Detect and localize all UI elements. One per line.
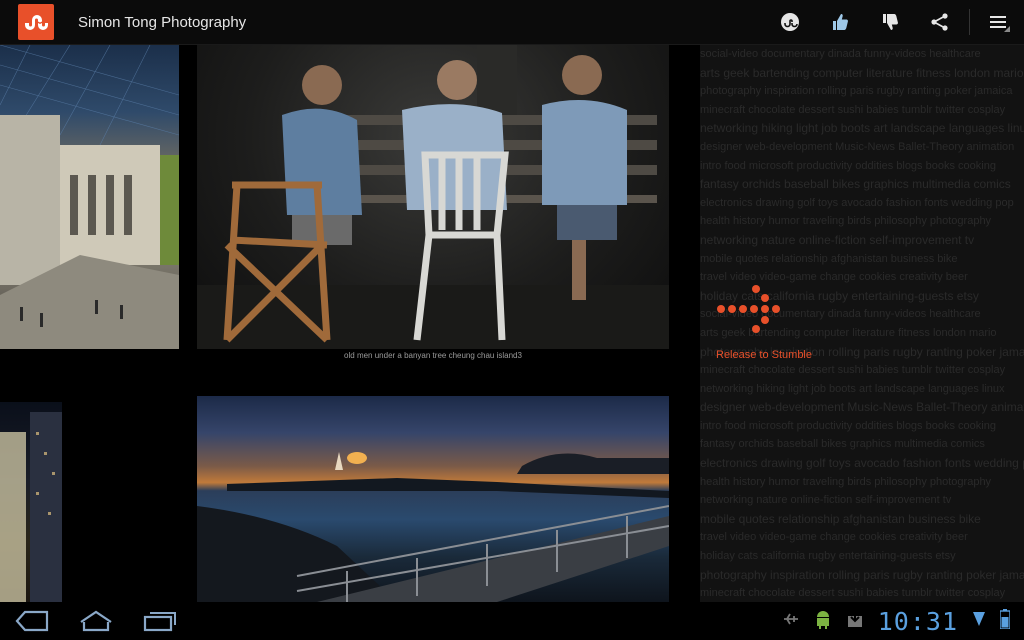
tag-cloud-line: mobile quotes relationship afghanistan b… [700, 252, 958, 265]
tag-cloud-line: networking nature online-fiction self-im… [700, 494, 952, 507]
tag-cloud-line: social-video documentary dinada funny-vi… [700, 48, 981, 60]
wifi-icon [972, 610, 986, 633]
tag-cloud-line: electronics drawing golf toys avocado fa… [700, 196, 1014, 209]
tag-cloud-line: minecraft chocolate dessert sushi babies… [700, 587, 1006, 600]
tag-cloud-line: fantasy orchids baseball bikes graphics … [700, 177, 1011, 192]
tag-cloud-line: minecraft chocolate dessert sushi babies… [700, 103, 1006, 116]
tag-cloud-line: health history humor traveling birds phi… [700, 475, 992, 488]
battery-icon [999, 608, 1011, 634]
android-icon [814, 609, 832, 634]
tag-cloud-line: health history humor traveling birds phi… [700, 215, 992, 228]
back-icon[interactable] [0, 602, 64, 640]
tag-cloud-line: arts geek bartending computer literature… [700, 65, 1024, 80]
tag-cloud-line: designer web-development Music-News Ball… [700, 140, 1015, 153]
stumble-icon[interactable] [765, 0, 815, 44]
thumbs-up-icon[interactable] [815, 0, 865, 44]
tag-cloud-line: networking nature online-fiction self-im… [700, 232, 975, 247]
stumble-arrow-icon[interactable] [716, 283, 836, 340]
usb-debug-icon [782, 611, 800, 632]
menu-icon[interactable] [974, 0, 1024, 44]
release-to-stumble-label: Release to Stumble [716, 349, 812, 361]
photo-stream[interactable]: old men under a banyan tree cheung chau … [0, 45, 1024, 602]
action-bar: Simon Tong Photography [0, 0, 1024, 45]
tag-cloud-line: intro food microsoft productivity odditi… [700, 159, 996, 172]
recent-apps-icon[interactable] [128, 602, 192, 640]
tag-cloud-line: holiday cats california rugby entertaini… [700, 550, 956, 563]
thumbs-down-icon[interactable] [865, 0, 915, 44]
tag-cloud-line: fantasy orchids baseball bikes graphics … [700, 438, 985, 451]
system-bar: 10:31 [0, 602, 1024, 640]
tag-cloud-line: networking hiking light job boots art la… [700, 382, 1005, 395]
action-icons [765, 0, 1024, 44]
stumbleupon-logo-icon[interactable] [18, 4, 54, 40]
tag-cloud-line: intro food microsoft productivity odditi… [700, 419, 996, 432]
sunset-pier-photo[interactable] [197, 396, 669, 602]
tag-cloud-line: mobile quotes relationship afghanistan b… [700, 511, 981, 526]
home-icon[interactable] [64, 602, 128, 640]
action-bar-divider [969, 9, 970, 35]
clock: 10:31 [877, 606, 958, 636]
tag-cloud-line: photography inspiration rolling paris ru… [700, 567, 1024, 582]
photo-caption: old men under a banyan tree cheung chau … [344, 351, 522, 360]
share-icon[interactable] [915, 0, 965, 44]
tag-cloud-line: minecraft chocolate dessert sushi babies… [700, 364, 1006, 377]
old-men-photo[interactable] [197, 45, 669, 349]
tag-cloud-line: travel video video-game change cookies c… [700, 531, 968, 544]
city-night-photo[interactable] [0, 402, 62, 602]
tag-cloud-line: networking hiking light job boots art la… [700, 121, 1024, 136]
museum-photo[interactable] [0, 45, 179, 349]
tag-cloud-line: designer web-development Music-News Ball… [700, 400, 1024, 415]
tag-cloud-line: electronics drawing golf toys avocado fa… [700, 456, 1024, 471]
download-icon [846, 610, 864, 633]
tag-cloud-line: photography inspiration rolling paris ru… [700, 85, 1013, 98]
app-title: Simon Tong Photography [78, 13, 247, 31]
status-area[interactable]: 10:31 [782, 607, 1024, 636]
